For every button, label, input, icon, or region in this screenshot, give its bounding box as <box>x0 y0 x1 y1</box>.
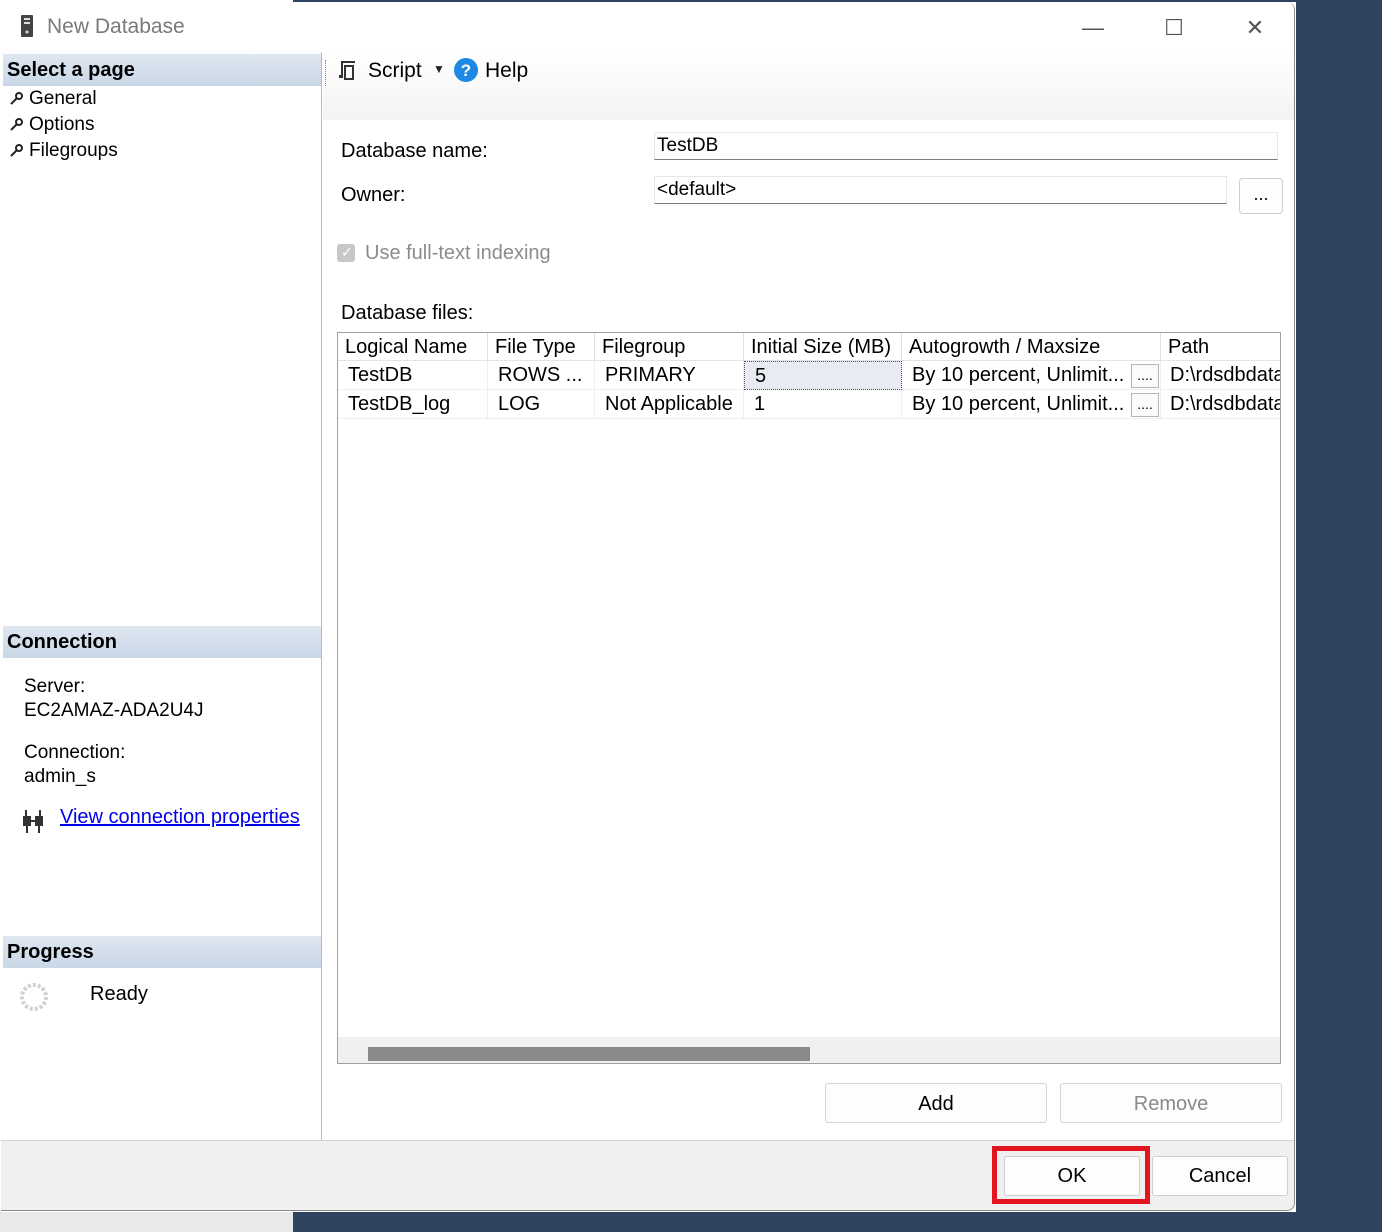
ok-button[interactable]: OK <box>1004 1156 1140 1196</box>
minimize-button[interactable]: — <box>1063 10 1123 46</box>
progress-spinner-icon <box>20 983 48 1011</box>
progress-header: Progress <box>3 936 321 968</box>
cell-file-type[interactable]: ROWS ... <box>488 361 595 390</box>
connection-label: Connection: <box>24 742 126 763</box>
server-label: Server: <box>24 676 86 697</box>
minimize-icon: — <box>1082 15 1104 40</box>
page-item-filegroups[interactable]: Filegroups <box>9 138 118 164</box>
database-name-label: Database name: <box>341 140 488 162</box>
cell-logical-name[interactable]: TestDB <box>338 361 488 390</box>
maximize-button[interactable]: ☐ <box>1144 10 1204 46</box>
help-icon[interactable]: ? <box>453 57 479 83</box>
desktop-background <box>1296 0 1382 1232</box>
owner-input[interactable] <box>654 176 1227 204</box>
left-panel: Select a page General Options Filegroups… <box>3 52 322 1140</box>
title-bar[interactable]: New Database — ☐ ✕ <box>1 2 1294 52</box>
page-item-label: Filegroups <box>29 140 118 161</box>
page-item-label: Options <box>29 114 95 135</box>
remove-file-button[interactable]: Remove <box>1060 1083 1282 1123</box>
maximize-icon: ☐ <box>1164 15 1184 40</box>
connection-value: admin_s <box>24 766 96 787</box>
database-files-label: Database files: <box>341 302 474 324</box>
toolbar: Script ▼ ? Help <box>323 52 1294 121</box>
svg-text:?: ? <box>461 61 471 80</box>
horizontal-scrollbar[interactable] <box>338 1037 1280 1063</box>
wrench-icon <box>10 144 23 157</box>
column-header-initial-size[interactable]: Initial Size (MB) <box>744 333 902 361</box>
autogrowth-edit-button[interactable]: .... <box>1131 393 1159 417</box>
column-header-logical-name[interactable]: Logical Name <box>338 333 488 361</box>
close-icon: ✕ <box>1245 15 1265 40</box>
page-item-options[interactable]: Options <box>9 112 94 138</box>
cancel-button[interactable]: Cancel <box>1152 1156 1288 1196</box>
column-header-path[interactable]: Path <box>1161 333 1280 361</box>
cell-logical-name[interactable]: TestDB_log <box>338 390 488 419</box>
general-page: Database name: Owner: ... ✓ Use full-tex… <box>323 120 1294 1140</box>
wrench-icon <box>10 92 23 105</box>
cell-autogrowth[interactable]: By 10 percent, Unlimit... <box>902 361 1161 390</box>
desktop-background <box>293 1212 1382 1232</box>
database-name-input[interactable] <box>654 132 1278 160</box>
view-connection-properties-link[interactable]: View connection properties <box>60 806 300 829</box>
autogrowth-edit-button[interactable]: .... <box>1131 364 1159 388</box>
scrollbar-thumb[interactable] <box>368 1047 810 1061</box>
cell-path[interactable]: D:\rdsdbdata <box>1161 361 1280 390</box>
new-database-dialog: New Database — ☐ ✕ Select a page General… <box>1 2 1295 1211</box>
owner-browse-button[interactable]: ... <box>1239 178 1283 214</box>
script-icon[interactable] <box>335 58 359 82</box>
connection-plug-icon <box>23 810 43 833</box>
close-button[interactable]: ✕ <box>1225 10 1285 46</box>
server-value: EC2AMAZ-ADA2U4J <box>24 700 204 721</box>
cell-path[interactable]: D:\rdsdbdata <box>1161 390 1280 419</box>
wrench-icon <box>10 118 23 131</box>
owner-label: Owner: <box>341 184 406 206</box>
toolbar-gripper <box>325 60 328 86</box>
page-item-general[interactable]: General <box>9 86 97 112</box>
page-item-label: General <box>29 88 97 109</box>
checkmark-icon: ✓ <box>341 244 353 260</box>
column-header-filegroup[interactable]: Filegroup <box>595 333 744 361</box>
autogrowth-value: By 10 percent, Unlimit... <box>912 393 1125 415</box>
chevron-down-icon[interactable]: ▼ <box>433 62 445 76</box>
fulltext-label: Use full-text indexing <box>365 242 551 264</box>
window-title: New Database <box>47 15 185 38</box>
column-header-autogrowth[interactable]: Autogrowth / Maxsize <box>902 333 1161 361</box>
column-header-file-type[interactable]: File Type <box>488 333 595 361</box>
help-button[interactable]: Help <box>485 59 528 83</box>
cell-initial-size[interactable]: 1 <box>744 390 902 419</box>
background-window <box>0 1212 293 1232</box>
cell-file-type[interactable]: LOG <box>488 390 595 419</box>
script-button[interactable]: Script <box>368 59 422 83</box>
connection-header: Connection <box>3 626 321 658</box>
database-files-grid[interactable]: Logical Name File Type Filegroup Initial… <box>337 332 1281 1064</box>
select-page-header: Select a page <box>3 54 321 86</box>
cell-filegroup[interactable]: Not Applicable <box>595 390 744 419</box>
cell-filegroup[interactable]: PRIMARY <box>595 361 744 390</box>
add-file-button[interactable]: Add <box>825 1083 1047 1123</box>
database-server-icon <box>21 15 33 37</box>
autogrowth-value: By 10 percent, Unlimit... <box>912 364 1125 386</box>
progress-status: Ready <box>90 983 148 1005</box>
cell-autogrowth[interactable]: By 10 percent, Unlimit... <box>902 390 1161 419</box>
cell-initial-size[interactable]: 5 <box>744 361 902 390</box>
